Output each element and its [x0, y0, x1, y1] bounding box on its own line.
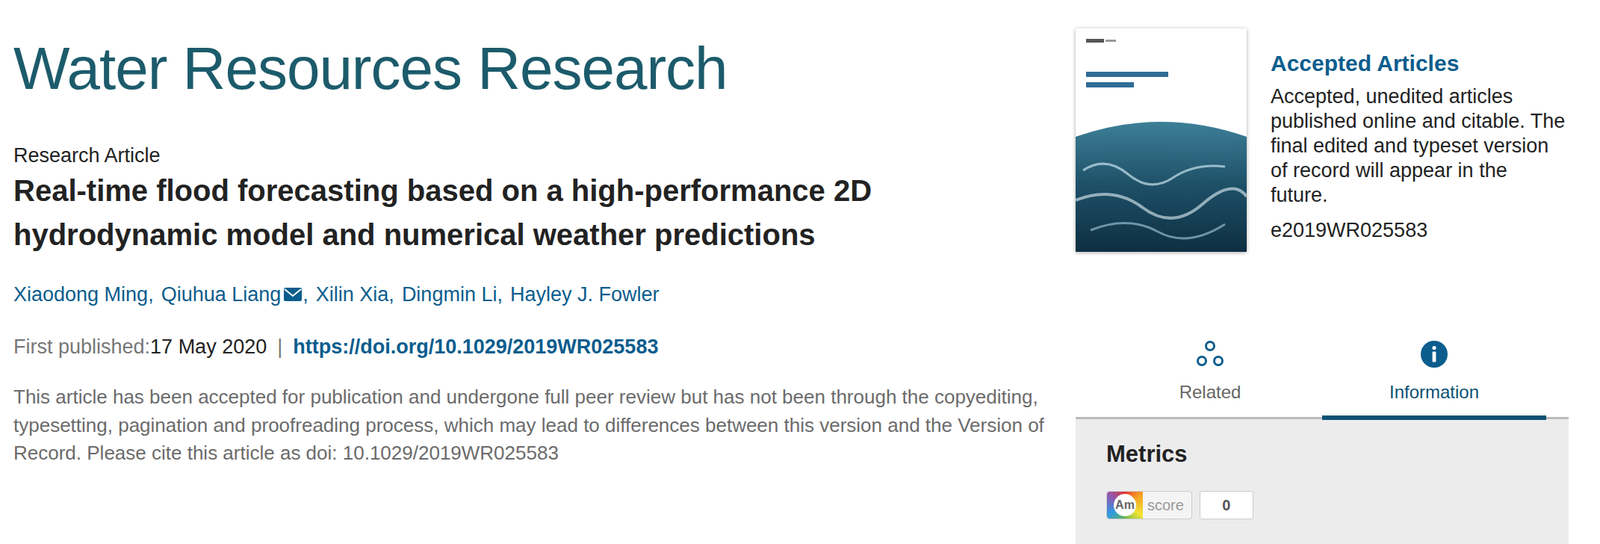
altmetric-label: score	[1147, 493, 1184, 517]
author-name[interactable]: Dingmin Li	[401, 280, 498, 308]
altmetric-logo: Am	[1107, 491, 1143, 519]
journal-logo[interactable]: Water Resources Research	[13, 32, 1076, 105]
tab-label[interactable]: Information	[1389, 380, 1479, 404]
cover-image	[1075, 28, 1247, 252]
article-id: e2019WR025583	[1270, 217, 1566, 243]
accepted-notice: This article has been accepted for publi…	[13, 383, 1060, 468]
author-name[interactable]: Xiaodong Ming	[13, 280, 148, 308]
article-header: Water Resources Research Research Article…	[0, 0, 1076, 544]
author[interactable]: Hayley J. Fowler	[510, 280, 660, 308]
author-separator: ,	[496, 280, 503, 308]
tab[interactable]: Related	[1098, 328, 1323, 420]
altmetric-logo-text: Am	[1113, 493, 1137, 517]
tab-label[interactable]: Related	[1179, 380, 1242, 404]
publication-info: First published:17 May 2020 | https://doi.…	[13, 333, 1076, 361]
article-title: Real-time flood forecasting based on a h…	[13, 168, 1052, 257]
page: Water Resources Research Research Article…	[0, 0, 1600, 544]
author[interactable]: Xilin Xia,	[315, 280, 395, 308]
tab[interactable]: Information	[1322, 328, 1547, 420]
sidebar: Accepted Articles Accepted, unedited arti…	[1075, 0, 1569, 544]
author[interactable]: Xiaodong Ming,	[13, 280, 154, 308]
published-date: 17 May 2020	[150, 333, 267, 361]
issue-text: Accepted Articles Accepted, unedited arti…	[1270, 28, 1566, 252]
doi-link[interactable]: https://doi.org/10.1029/2019WR025583	[292, 333, 659, 361]
author-name[interactable]: Qiuhua Liang	[161, 280, 282, 308]
altmetric-badge[interactable]: Amscore	[1106, 490, 1193, 520]
author-name[interactable]: Xilin Xia	[315, 280, 390, 308]
issue-info: Accepted Articles Accepted, unedited arti…	[1075, 28, 1569, 252]
info-icon	[1419, 339, 1450, 370]
altmetric-score[interactable]: 0	[1199, 490, 1254, 520]
author-separator: ,	[302, 280, 309, 308]
altmetric: Amscore0	[1106, 490, 1539, 520]
author[interactable]: Dingmin Li,	[401, 280, 503, 308]
issue-heading[interactable]: Accepted Articles	[1270, 49, 1566, 78]
article-type: Research Article	[13, 141, 1076, 169]
journal-cover[interactable]	[1075, 28, 1247, 252]
issue-description: Accepted, unedited articles published on…	[1270, 84, 1566, 208]
tab-bar: Related Information	[1075, 328, 1569, 420]
divider: |	[277, 333, 283, 361]
author-separator: ,	[388, 280, 395, 308]
author-separator: ,	[147, 280, 154, 308]
published-label: First published:	[13, 333, 151, 361]
metrics-heading: Metrics	[1106, 439, 1539, 469]
metrics-panel: MetricsAmscore0	[1075, 419, 1569, 544]
author[interactable]: Qiuhua Liang,	[161, 280, 309, 308]
related-icon	[1195, 339, 1226, 370]
envelope-icon	[283, 286, 303, 302]
author-list: Xiaodong Ming,Qiuhua Liang,Xilin Xia,Din…	[13, 280, 1076, 308]
author-name[interactable]: Hayley J. Fowler	[510, 280, 660, 308]
